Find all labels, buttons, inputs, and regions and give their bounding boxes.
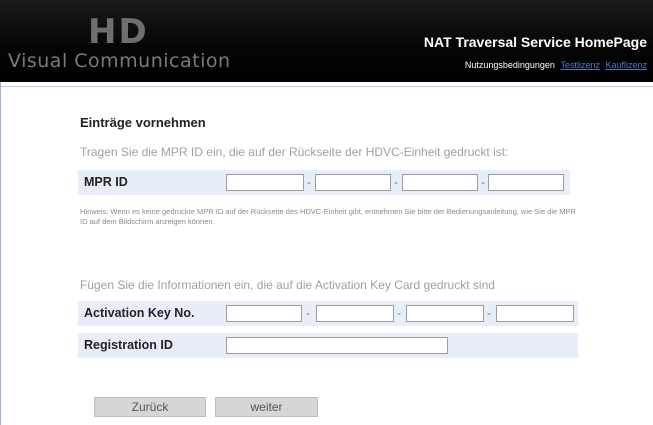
page-title: NAT Traversal Service HomePage <box>423 34 647 50</box>
registration-id-label: Registration ID <box>84 338 173 352</box>
logo-text: Visual Communication <box>8 50 231 72</box>
separator: - <box>481 175 485 189</box>
activation-key-field-1[interactable] <box>226 305 302 322</box>
header-links: Nutzungsbedingungen Testlizenz Kauflizen… <box>462 60 647 70</box>
separator: - <box>397 306 401 320</box>
mpr-instruction: Tragen Sie die MPR ID ein, die auf der R… <box>80 145 509 159</box>
mpr-id-label: MPR ID <box>84 175 128 189</box>
activation-key-field-4[interactable] <box>496 305 574 322</box>
content-frame <box>0 82 653 425</box>
activation-key-field-3[interactable] <box>406 305 484 322</box>
registration-id-field[interactable] <box>226 337 448 354</box>
separator: - <box>307 175 311 189</box>
separator: - <box>306 306 310 320</box>
back-button[interactable]: Zurück <box>94 397 206 417</box>
mpr-note: Hinweis: Wenn es keine gedruckte MPR ID … <box>80 207 576 226</box>
mpr-id-field-2[interactable] <box>315 174 391 191</box>
separator: - <box>394 175 398 189</box>
activation-key-field-2[interactable] <box>316 305 394 322</box>
next-button[interactable]: weiter <box>215 397 318 417</box>
section-title: Einträge vornehmen <box>80 115 206 130</box>
trial-license-link[interactable]: Testlizenz <box>560 60 600 70</box>
mpr-id-field-3[interactable] <box>402 174 478 191</box>
mpr-id-field-1[interactable] <box>226 174 304 191</box>
purchase-license-link[interactable]: Kauflizenz <box>605 60 647 70</box>
hd-logo: HD Visual Communication <box>8 10 238 80</box>
activation-key-label: Activation Key No. <box>84 306 195 320</box>
activation-instruction: Fügen Sie die Informationen ein, die auf… <box>80 278 495 292</box>
separator: - <box>487 306 491 320</box>
mpr-id-field-4[interactable] <box>488 174 564 191</box>
terms-link[interactable]: Nutzungsbedingungen <box>465 60 555 70</box>
logo-mark: HD <box>88 12 149 52</box>
page-header: HD Visual Communication NAT Traversal Se… <box>0 0 653 82</box>
